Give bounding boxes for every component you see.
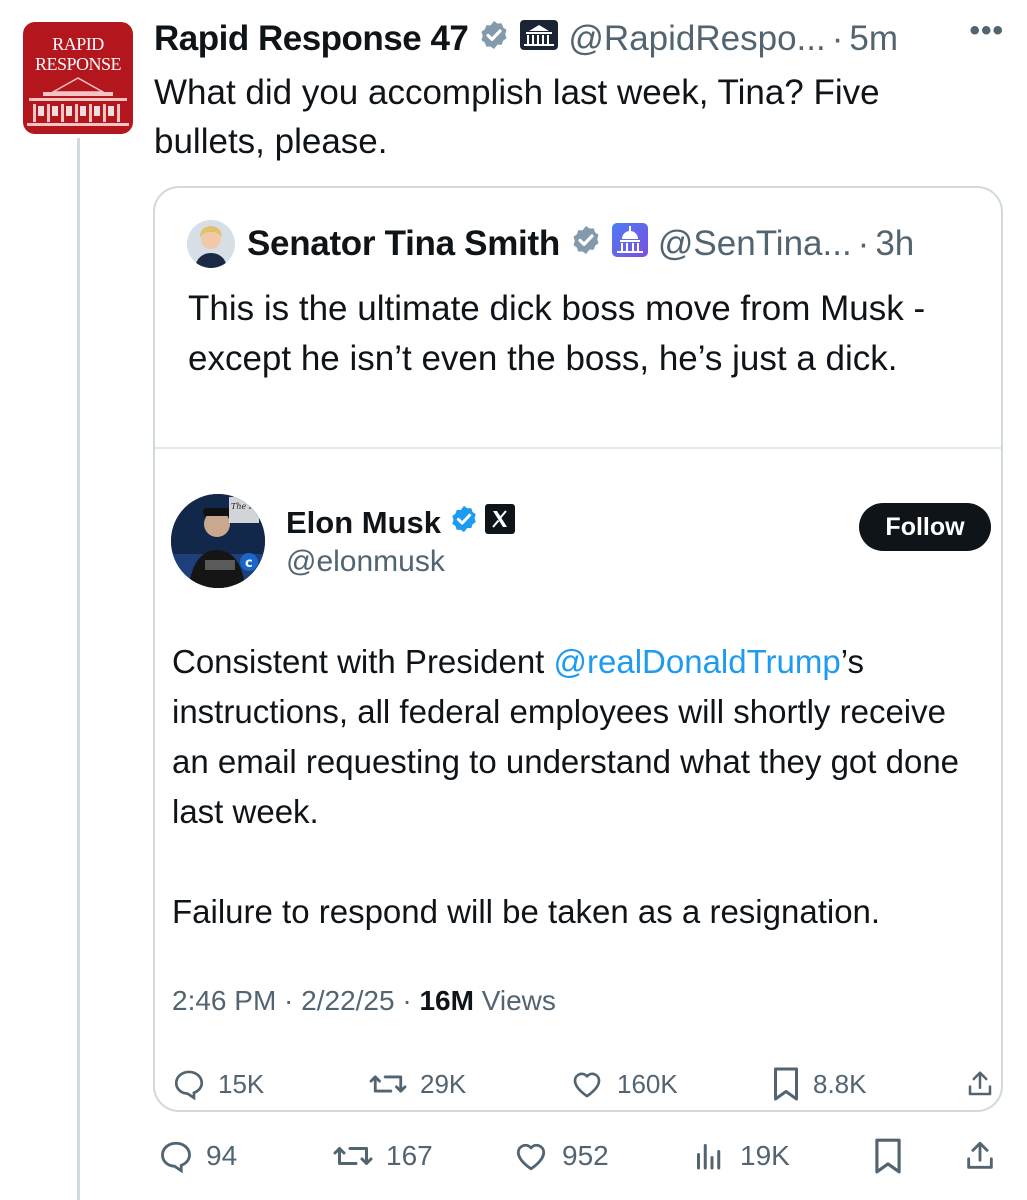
white-house-illustration: [27, 77, 129, 126]
capitol-icon[interactable]: [611, 222, 648, 266]
main-tweet-header: Rapid Response 47 @RapidRespo... · 5m ••…: [154, 14, 1004, 64]
embedded-tweet-body: Consistent with President @realDonaldTru…: [172, 637, 972, 937]
author-handle[interactable]: @RapidRespo...: [568, 19, 825, 59]
repost-icon: [333, 1147, 373, 1165]
bookmark-icon: [774, 1067, 798, 1101]
reply-button[interactable]: 94: [158, 1138, 237, 1174]
white-house-icon[interactable]: [520, 19, 559, 59]
like-button[interactable]: 952: [512, 1138, 609, 1174]
elon-musk-avatar: c The Rogers: [171, 494, 265, 588]
quoted-tweet-header: Senator Tina Smith @SenTina... · 3h: [187, 218, 914, 270]
separator-dot: ·: [857, 224, 870, 263]
embedded-like-stat: 160K: [569, 1067, 678, 1101]
senator-avatar[interactable]: [187, 220, 235, 268]
svg-text:The Rogers: The Rogers: [231, 502, 265, 511]
svg-text:c: c: [245, 556, 253, 571]
reply-icon: [161, 1141, 191, 1174]
reply-icon: [174, 1070, 204, 1101]
share-button[interactable]: [963, 1138, 997, 1174]
quoted-author-handle[interactable]: @SenTina...: [658, 224, 852, 264]
repost-count: 167: [386, 1140, 433, 1171]
quoted-tweet-time[interactable]: 3h: [875, 224, 914, 264]
x-logo-icon: [485, 504, 516, 542]
embedded-tweet-stats: 15K 29K 160K 8.8K: [155, 1061, 1001, 1107]
thread-connector-line: [77, 138, 80, 1200]
verified-badge-icon[interactable]: [570, 224, 602, 265]
embedded-paragraph-2: Failure to respond will be taken as a re…: [172, 893, 881, 930]
embedded-author-name-row: Elon Musk: [286, 504, 516, 542]
rapid-response-avatar[interactable]: RAPID RESPONSE: [23, 22, 133, 134]
like-count: 952: [562, 1140, 609, 1171]
bookmark-icon: [875, 1138, 901, 1174]
embedded-tweet-meta: 2:46 PM · 2/22/25 · 16M Views: [172, 985, 556, 1016]
mention-link: @realDonaldTrump: [553, 643, 841, 680]
main-tweet-text: What did you accomplish last week, Tina?…: [154, 73, 880, 161]
reply-count: 94: [206, 1140, 238, 1171]
repost-button[interactable]: 167: [332, 1138, 433, 1174]
author-name[interactable]: Rapid Response 47: [154, 19, 469, 59]
embedded-repost-stat: 29K: [368, 1067, 466, 1101]
embedded-author-name: Elon Musk: [286, 505, 442, 540]
verified-badge-icon[interactable]: [478, 19, 510, 60]
quoted-tweet-text: This is the ultimate dick boss move from…: [188, 289, 926, 378]
analytics-icon: [697, 1144, 721, 1170]
share-icon: [968, 1071, 992, 1096]
embedded-author-handle: @elonmusk: [286, 545, 445, 578]
quoted-tweet-card[interactable]: Senator Tina Smith @SenTina... · 3h This…: [153, 186, 1003, 1112]
bookmark-button[interactable]: [872, 1137, 904, 1175]
embedded-share-stat: [965, 1067, 995, 1101]
share-icon: [967, 1141, 993, 1169]
embedded-bookmark-stat: 8.8K: [771, 1066, 867, 1102]
embedded-paragraph-1: Consistent with President @realDonaldTru…: [172, 643, 960, 830]
heart-icon: [573, 1072, 601, 1098]
views-button[interactable]: 19K: [690, 1138, 790, 1174]
quoted-author-name[interactable]: Senator Tina Smith: [247, 224, 560, 264]
heart-icon: [516, 1143, 546, 1171]
separator-dot: ·: [831, 19, 844, 58]
main-tweet-actions: 94 167 952 19K: [0, 1133, 1027, 1179]
views-count: 19K: [740, 1140, 790, 1171]
tweet-time[interactable]: 5m: [849, 19, 898, 59]
follow-button: Follow: [859, 503, 991, 551]
embedded-tweet-screenshot: c The Rogers Elon Musk @elonmusk Follow …: [155, 447, 1001, 1110]
embedded-reply-stat: 15K: [172, 1067, 264, 1101]
blue-verified-badge-icon: [449, 504, 479, 542]
more-options-icon[interactable]: •••: [969, 14, 1004, 48]
repost-icon: [369, 1075, 407, 1093]
